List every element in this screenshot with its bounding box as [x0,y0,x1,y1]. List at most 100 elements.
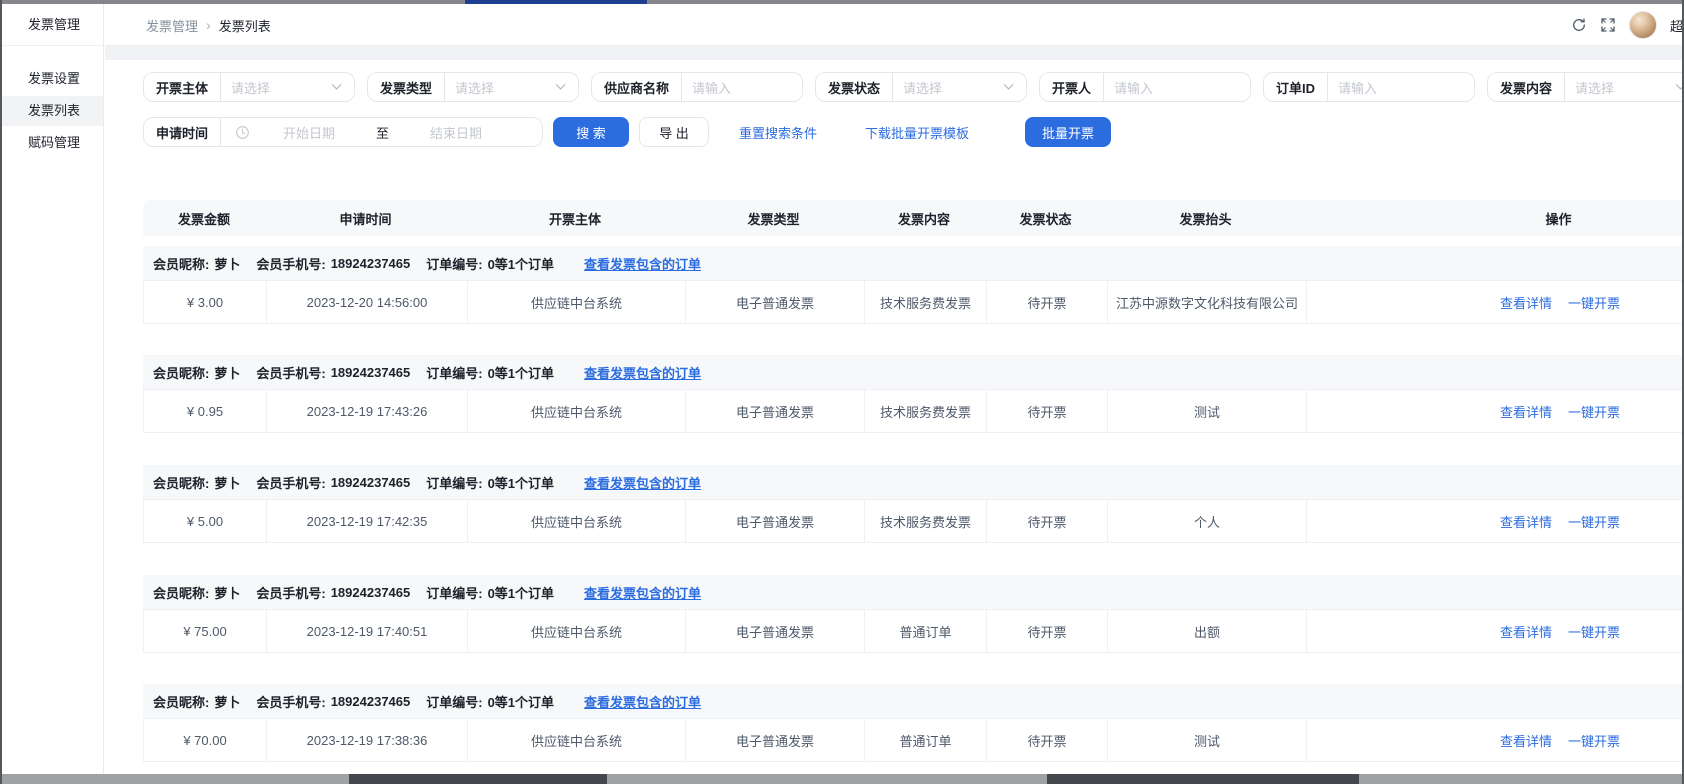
invoice-group: 会员昵称:萝卜会员手机号:18924237465订单编号:0等1个订单查看发票包… [143,575,1682,653]
filter-placeholder: 请选择 [1565,78,1677,97]
view-detail-link[interactable]: 查看详情 [1500,293,1552,312]
invoice-status-cell: 待开票 [986,390,1107,432]
invoice-status-cell: 待开票 [986,719,1107,761]
export-button[interactable]: 导 出 [639,117,709,147]
one-click-invoice-link[interactable]: 一键开票 [1568,293,1620,312]
column-header-操作: 操作 [1305,200,1682,236]
invoice-subject-cell: 供应链中台系统 [467,390,685,432]
chevron-down-icon [1004,79,1014,89]
invoice-type-cell: 电子普通发票 [685,500,864,542]
column-header-发票内容: 发票内容 [863,200,985,236]
order-no-label: 订单编号: [426,692,482,711]
operations-cell: 查看详情一键开票 [1306,281,1682,323]
view-included-orders-link[interactable]: 查看发票包含的订单 [584,254,701,273]
invoice-group: 会员昵称:萝卜会员手机号:18924237465订单编号:0等1个订单查看发票包… [143,246,1682,324]
view-detail-link[interactable]: 查看详情 [1500,731,1552,750]
invoice-group: 会员昵称:萝卜会员手机号:18924237465订单编号:0等1个订单查看发票包… [143,465,1682,543]
operations-cell: 查看详情一键开票 [1306,610,1682,652]
member-nickname-value: 萝卜 [214,583,240,602]
table-row: ¥ 3.002023-12-20 14:56:00供应链中台系统电子普通发票技术… [143,280,1682,324]
clock-icon [235,125,250,140]
start-date-placeholder: 开始日期 [270,123,348,142]
sidebar-item-赋码管理[interactable]: 赋码管理 [2,128,103,158]
invoice-type-cell: 电子普通发票 [685,719,864,761]
invoice-title-cell: 测试 [1107,390,1306,432]
invoice-title-cell: 个人 [1107,500,1306,542]
filter-select-开票主体[interactable]: 开票主体请选择 [143,72,355,102]
window-top-strip [0,0,1684,4]
invoice-amount-cell: ¥ 5.00 [144,500,266,542]
filter-select-发票内容[interactable]: 发票内容请选择 [1487,72,1682,102]
search-button[interactable]: 搜 索 [553,117,629,147]
filter-input-订单ID[interactable]: 订单ID请输入 [1263,72,1475,102]
apply-time-cell: 2023-12-20 14:56:00 [266,281,467,323]
filter-placeholder: 请选择 [221,78,333,97]
filter-label: 发票类型 [368,78,444,97]
invoice-content-cell: 技术服务费发票 [864,281,986,323]
horizontal-scrollbar-thumb[interactable] [349,774,607,784]
invoice-amount-cell: ¥ 0.95 [144,390,266,432]
reset-search-link[interactable]: 重置搜索条件 [739,123,817,142]
apply-time-label: 申请时间 [144,123,220,142]
view-detail-link[interactable]: 查看详情 [1500,622,1552,641]
order-no-label: 订单编号: [426,473,482,492]
filter-input-开票人[interactable]: 开票人请输入 [1039,72,1251,102]
chevron-down-icon [332,79,342,89]
invoice-amount-cell: ¥ 70.00 [144,719,266,761]
member-nickname-label: 会员昵称: [153,473,209,492]
breadcrumb-item-invoice-management[interactable]: 发票管理 [146,16,198,35]
apply-time-cell: 2023-12-19 17:43:26 [266,390,467,432]
apply-time-range-picker[interactable]: 申请时间 开始日期 至 结束日期 [143,117,543,147]
filter-placeholder: 请选择 [893,78,1005,97]
invoice-amount-cell: ¥ 75.00 [144,610,266,652]
view-included-orders-link[interactable]: 查看发票包含的订单 [584,583,701,602]
horizontal-scrollbar[interactable] [0,774,1684,784]
member-phone-value: 18924237465 [331,365,411,380]
invoice-content-cell: 普通订单 [864,719,986,761]
filter-placeholder: 请输入 [1328,78,1474,97]
one-click-invoice-link[interactable]: 一键开票 [1568,622,1620,641]
member-nickname-label: 会员昵称: [153,254,209,273]
view-included-orders-link[interactable]: 查看发票包含的订单 [584,363,701,382]
fullscreen-icon[interactable] [1600,17,1616,33]
invoice-type-cell: 电子普通发票 [685,281,864,323]
filter-select-发票状态[interactable]: 发票状态请选择 [815,72,1027,102]
username-label[interactable]: 超级管理员 [1670,16,1682,35]
view-included-orders-link[interactable]: 查看发票包含的订单 [584,473,701,492]
member-nickname-label: 会员昵称: [153,692,209,711]
batch-invoice-button[interactable]: 批量开票 [1025,117,1111,147]
invoice-group: 会员昵称:萝卜会员手机号:18924237465订单编号:0等1个订单查看发票包… [143,684,1682,762]
sidebar-item-发票列表[interactable]: 发票列表 [2,96,103,126]
order-no-value: 0等1个订单 [488,583,554,602]
view-detail-link[interactable]: 查看详情 [1500,402,1552,421]
one-click-invoice-link[interactable]: 一键开票 [1568,731,1620,750]
member-phone-value: 18924237465 [331,694,411,709]
window-top-strip-accent [465,0,647,4]
filter-select-发票类型[interactable]: 发票类型请选择 [367,72,579,102]
member-nickname-label: 会员昵称: [153,583,209,602]
one-click-invoice-link[interactable]: 一键开票 [1568,402,1620,421]
horizontal-scrollbar-thumb-2[interactable] [1047,774,1359,784]
header-separator [105,46,1682,60]
download-batch-template-link[interactable]: 下载批量开票模板 [865,123,969,142]
column-header-发票类型: 发票类型 [684,200,863,236]
refresh-icon[interactable] [1571,17,1587,33]
order-no-value: 0等1个订单 [488,254,554,273]
apply-time-cell: 2023-12-19 17:42:35 [266,500,467,542]
sidebar-item-发票设置[interactable]: 发票设置 [2,64,103,94]
invoice-content-cell: 技术服务费发票 [864,500,986,542]
invoice-group: 会员昵称:萝卜会员手机号:18924237465订单编号:0等1个订单查看发票包… [143,355,1682,433]
member-phone-value: 18924237465 [331,256,411,271]
table-row: ¥ 5.002023-12-19 17:42:35供应链中台系统电子普通发票技术… [143,499,1682,543]
filter-row-2: 申请时间 开始日期 至 结束日期 搜 索 导 出 重置搜索条件 下载批量开票模板… [143,117,1111,147]
one-click-invoice-link[interactable]: 一键开票 [1568,512,1620,531]
user-avatar[interactable] [1629,11,1657,39]
column-header-申请时间: 申请时间 [265,200,466,236]
operations-cell: 查看详情一键开票 [1306,719,1682,761]
table-row: ¥ 70.002023-12-19 17:38:36供应链中台系统电子普通发票普… [143,718,1682,762]
filter-input-供应商名称[interactable]: 供应商名称请输入 [591,72,803,102]
view-detail-link[interactable]: 查看详情 [1500,512,1552,531]
operations-cell: 查看详情一键开票 [1306,390,1682,432]
member-phone-label: 会员手机号: [256,363,325,382]
view-included-orders-link[interactable]: 查看发票包含的订单 [584,692,701,711]
